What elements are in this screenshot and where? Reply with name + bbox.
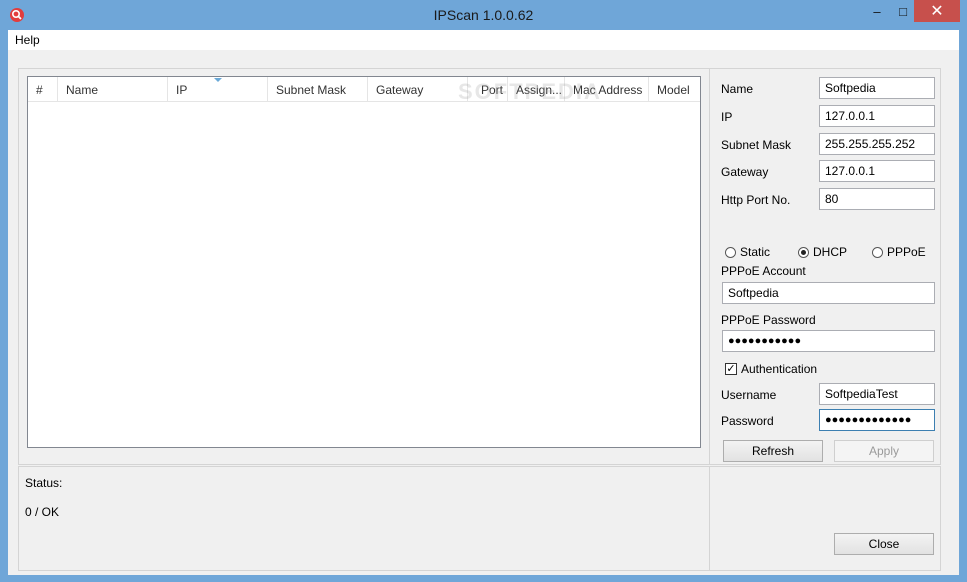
menu-help[interactable]: Help <box>15 33 40 47</box>
ip-field[interactable]: 127.0.0.1 <box>819 105 935 127</box>
subnet-mask-label: Subnet Mask <box>721 138 792 152</box>
app-window: IPScan 1.0.0.62 – □ ✕ Help # Name IP Sub… <box>0 0 967 582</box>
device-list-header: # Name IP Subnet Mask Gateway Port Assig… <box>28 77 700 104</box>
status-value: 0 / OK <box>25 505 60 519</box>
ip-label: IP <box>721 110 733 124</box>
authentication-checkbox[interactable]: ✓ Authentication <box>725 362 817 376</box>
pppoe-password-field[interactable]: ●●●●●●●●●●● <box>722 330 935 352</box>
pppoe-account-label: PPPoE Account <box>721 264 806 278</box>
close-window-button[interactable]: ✕ <box>914 0 960 22</box>
sort-arrow-icon <box>214 78 222 82</box>
softpedia-watermark: SOFTPEDIA <box>458 79 602 104</box>
column-header-gateway[interactable]: Gateway <box>368 77 468 101</box>
http-port-field[interactable]: 80 <box>819 188 935 210</box>
pppoe-account-field[interactable]: Softpedia <box>722 282 935 304</box>
refresh-button[interactable]: Refresh <box>723 440 823 462</box>
subnet-mask-field[interactable]: 255.255.255.252 <box>819 133 935 155</box>
status-panel: Status: 0 / OK <box>18 466 710 571</box>
column-header-name[interactable]: Name <box>58 77 168 101</box>
radio-static-label: Static <box>740 245 771 259</box>
gateway-label: Gateway <box>721 165 769 179</box>
radio-static[interactable]: Static <box>725 245 770 259</box>
authentication-label: Authentication <box>741 362 818 376</box>
http-port-label: Http Port No. <box>721 193 791 207</box>
column-header-subnet-mask[interactable]: Subnet Mask <box>268 77 368 101</box>
title-bar[interactable]: IPScan 1.0.0.62 – □ ✕ <box>0 0 967 30</box>
radio-dhcp[interactable]: DHCP <box>798 245 847 259</box>
name-label: Name <box>721 82 754 96</box>
name-field[interactable]: Softpedia <box>819 77 935 99</box>
password-label: Password <box>721 414 774 428</box>
column-header-number[interactable]: # <box>28 77 58 101</box>
radio-pppoe-indicator <box>872 246 883 258</box>
close-button[interactable]: Close <box>834 533 934 555</box>
pppoe-password-label: PPPoE Password <box>721 313 816 327</box>
radio-pppoe[interactable]: PPPoE <box>872 245 926 259</box>
bottom-action-panel: Close <box>709 466 941 571</box>
apply-button[interactable]: Apply <box>834 440 934 462</box>
menu-bar: Help <box>8 30 959 50</box>
client-area: Help # Name IP Subnet Mask Gateway Port … <box>8 30 959 575</box>
radio-dhcp-label: DHCP <box>813 245 848 259</box>
window-title: IPScan 1.0.0.62 <box>433 7 534 23</box>
column-header-model[interactable]: Model <box>649 77 700 101</box>
radio-dhcp-indicator <box>798 246 809 258</box>
device-list[interactable]: # Name IP Subnet Mask Gateway Port Assig… <box>27 76 701 448</box>
device-list-panel: # Name IP Subnet Mask Gateway Port Assig… <box>18 68 710 465</box>
status-label: Status: <box>25 476 63 490</box>
check-icon: ✓ <box>725 363 737 375</box>
radio-pppoe-label: PPPoE <box>887 245 926 259</box>
gateway-field[interactable]: 127.0.0.1 <box>819 160 935 182</box>
radio-static-indicator <box>725 246 736 258</box>
username-field[interactable]: SoftpediaTest <box>819 383 935 405</box>
password-field[interactable]: ●●●●●●●●●●●●● <box>819 409 935 431</box>
settings-panel: Name Softpedia IP 127.0.0.1 Subnet Mask … <box>709 68 941 465</box>
username-label: Username <box>721 388 777 402</box>
